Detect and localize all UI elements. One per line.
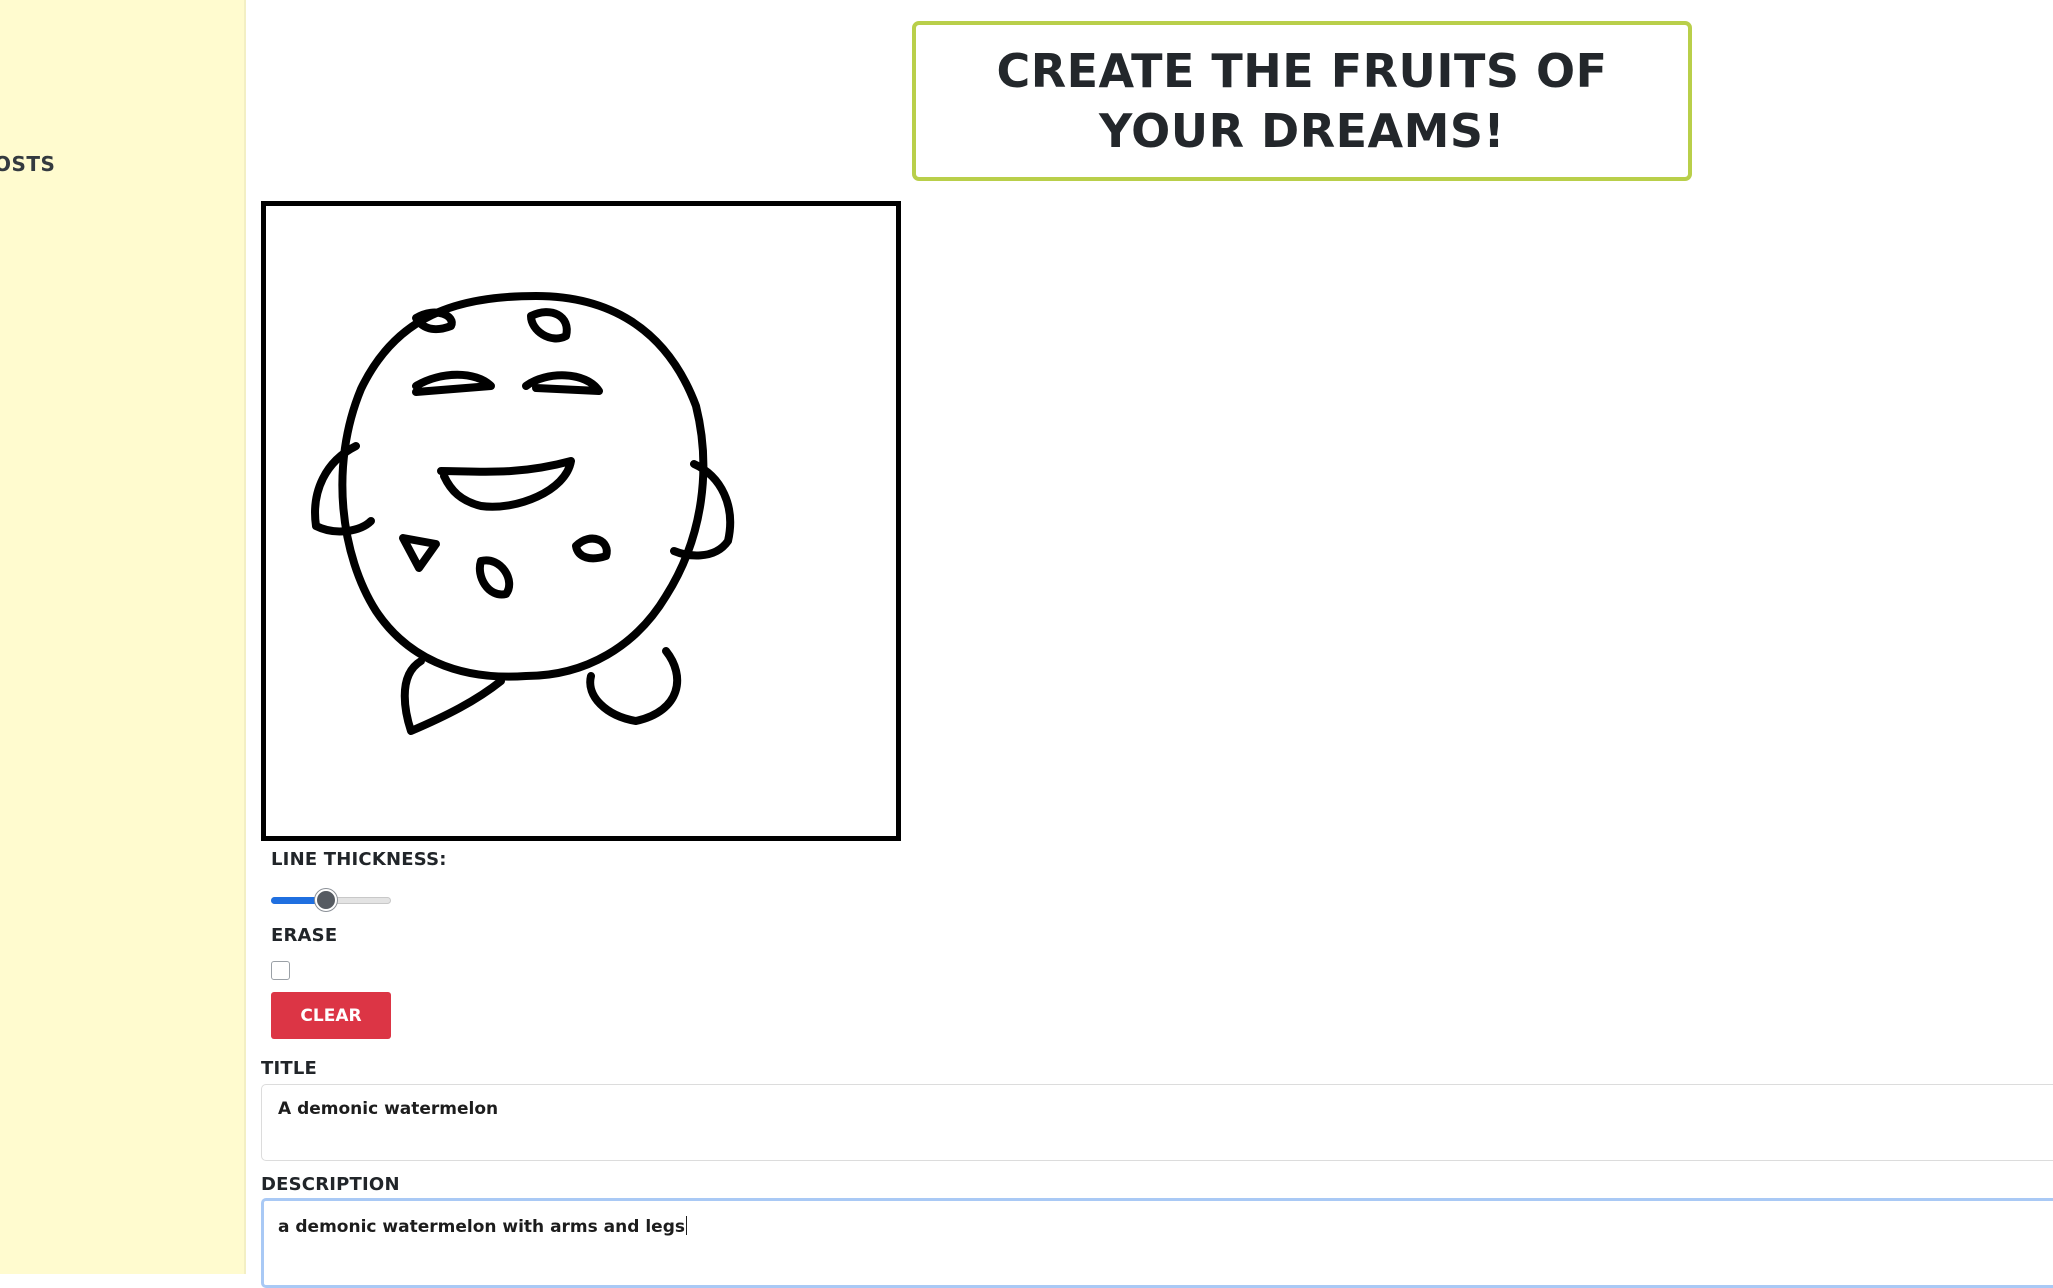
sketch-seed-right-low bbox=[572, 534, 611, 563]
line-thickness-label: LINE THICKNESS: bbox=[271, 849, 447, 870]
sketch-seed-center-low bbox=[475, 556, 514, 599]
erase-checkbox[interactable] bbox=[271, 961, 290, 980]
description-input-value: a demonic watermelon with arms and legs bbox=[278, 1217, 685, 1237]
sketch-seed-left-low bbox=[399, 534, 440, 572]
page-title: CREATE THE FRUITS OF YOUR DREAMS! bbox=[996, 44, 1608, 158]
drawing-sketch bbox=[311, 292, 735, 735]
sketch-left-eye bbox=[412, 370, 495, 396]
sidebar-item-posts[interactable]: OSTS bbox=[0, 152, 55, 176]
erase-label: ERASE bbox=[271, 925, 338, 946]
sketch-left-seed-top bbox=[412, 308, 456, 334]
sketch-body bbox=[338, 292, 708, 681]
description-input[interactable]: a demonic watermelon with arms and legs bbox=[261, 1198, 2053, 1288]
page-header: CREATE THE FRUITS OF YOUR DREAMS! bbox=[912, 21, 1692, 181]
title-input[interactable]: A demonic watermelon bbox=[261, 1084, 2053, 1161]
slider-thumb[interactable] bbox=[315, 889, 337, 911]
title-input-value: A demonic watermelon bbox=[278, 1099, 499, 1119]
sketch-right-seed-top bbox=[527, 308, 571, 343]
text-caret bbox=[686, 1216, 687, 1235]
title-label: TITLE bbox=[261, 1058, 318, 1079]
clear-button[interactable]: CLEAR bbox=[271, 992, 391, 1039]
sketch-mouth bbox=[437, 457, 575, 511]
line-thickness-slider[interactable] bbox=[271, 888, 391, 912]
sidebar: OSTS bbox=[0, 0, 246, 1274]
sketch-right-eye bbox=[522, 371, 603, 395]
description-label: DESCRIPTION bbox=[261, 1174, 400, 1195]
drawing-canvas[interactable] bbox=[261, 201, 901, 841]
